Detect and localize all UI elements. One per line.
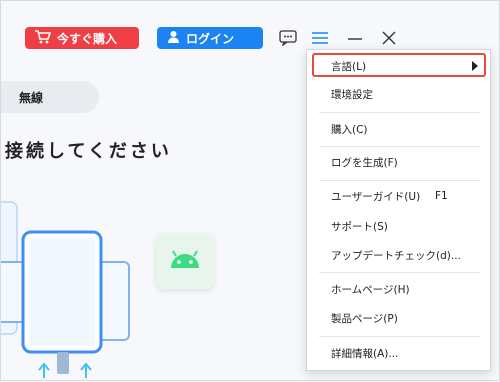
menu-item-product-page[interactable]: 製品ページ(P) [307, 306, 490, 330]
menu-icon[interactable] [309, 27, 331, 49]
android-tile [156, 233, 214, 289]
login-label: ログイン [186, 31, 235, 46]
buy-now-button[interactable]: 今すぐ購入 [25, 27, 139, 49]
menu-item-user-guide[interactable]: ユーザーガイド(U) F1 [307, 184, 490, 208]
login-button[interactable]: ログイン [157, 27, 263, 49]
upload-arrow-icon [38, 362, 50, 378]
menu-divider [319, 146, 480, 147]
menu-item-label: 購入(C) [331, 123, 368, 136]
menu-item-label: 製品ページ(P) [331, 312, 398, 325]
menu-item-homepage[interactable]: ホームページ(H) [307, 277, 490, 301]
menu-divider [319, 336, 480, 337]
app-window: 今すぐ購入 ログイン 無線 接続してください 言語(L) 環境設定 購入(C) … [0, 0, 500, 381]
tab-wireless[interactable]: 無線 [1, 81, 99, 113]
menu-divider [319, 180, 480, 181]
menu-item-label: アップデートチェック(d)... [331, 249, 461, 262]
menu-item-label: サポート(S) [331, 220, 388, 233]
menu-item-about[interactable]: 詳細情報(A)... [307, 341, 490, 365]
menu-item-support[interactable]: サポート(S) [307, 214, 490, 238]
menu-divider [319, 272, 480, 273]
chat-icon[interactable] [277, 27, 299, 49]
menu-item-generate-log[interactable]: ログを生成(F) [307, 150, 490, 174]
tab-wireless-label: 無線 [19, 90, 44, 105]
minimize-icon[interactable] [344, 27, 366, 49]
menu-item-label: ユーザーガイド(U) [331, 190, 421, 203]
menu-item-shortcut: F1 [435, 190, 448, 202]
user-icon [167, 30, 180, 46]
android-icon [168, 248, 202, 274]
menu-item-label: ホームページ(H) [331, 283, 410, 296]
menu-item-label: 環境設定 [331, 88, 373, 101]
menu-item-label: ログを生成(F) [331, 156, 398, 169]
menu-item-purchase[interactable]: 購入(C) [307, 117, 490, 141]
buy-now-label: 今すぐ購入 [57, 31, 118, 46]
menu-item-check-update[interactable]: アップデートチェック(d)... [307, 243, 490, 267]
language-highlight-box [312, 53, 486, 77]
devices-illustration [1, 201, 130, 378]
menu-item-label: 詳細情報(A)... [331, 347, 399, 360]
menu-divider [319, 112, 480, 113]
menu-item-preferences[interactable]: 環境設定 [307, 82, 490, 106]
cart-icon [35, 29, 52, 47]
settings-menu: 言語(L) 環境設定 購入(C) ログを生成(F) ユーザーガイド(U) F1 … [306, 49, 491, 371]
close-icon[interactable] [378, 27, 400, 49]
connect-prompt: 接続してください [5, 141, 172, 162]
